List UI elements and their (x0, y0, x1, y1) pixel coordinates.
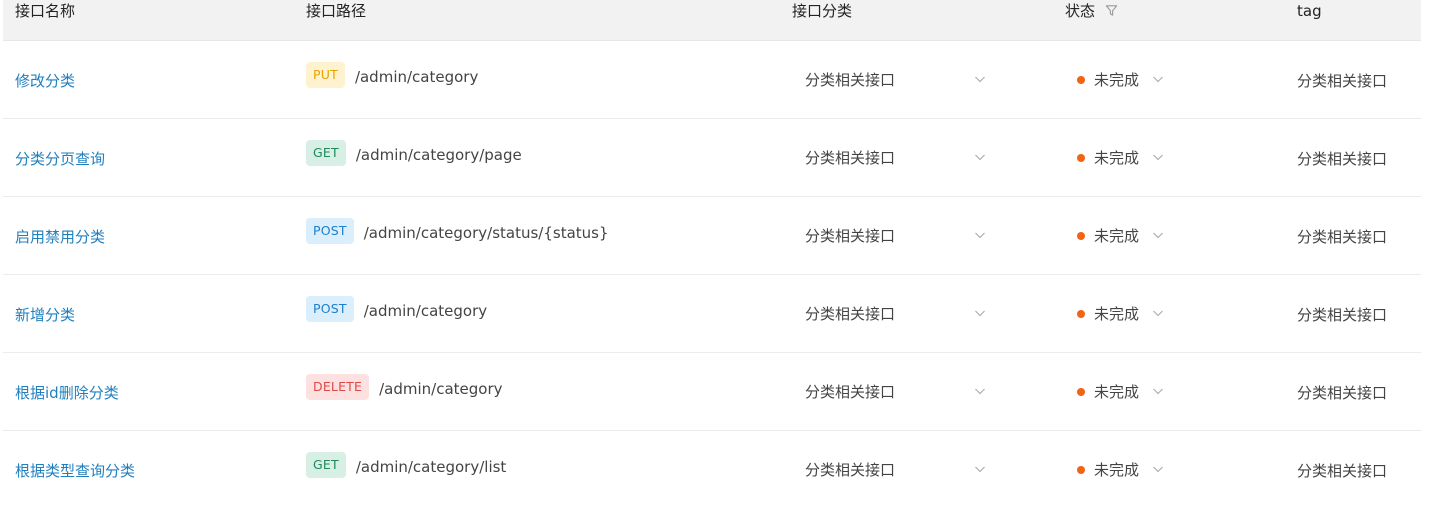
status-value: 未完成 (1094, 383, 1140, 401)
http-method-badge: GET (306, 452, 346, 478)
status-value: 未完成 (1094, 305, 1140, 323)
category-select[interactable]: 分类相关接口 (792, 221, 988, 251)
table-row: 根据类型查询分类 GET /admin/category/list 分类相关接口… (3, 431, 1421, 508)
status-dot (1077, 154, 1085, 162)
category-select[interactable]: 分类相关接口 (792, 65, 988, 95)
table-header: 接口名称 接口路径 接口分类 状态 tag (3, 0, 1421, 41)
category-value: 分类相关接口 (805, 305, 896, 323)
status-value: 未完成 (1094, 71, 1140, 89)
chevron-down-icon (1153, 76, 1163, 83)
tag-text: 分类相关接口 (1297, 384, 1388, 402)
chevron-down-icon (1153, 232, 1163, 239)
interface-name-link[interactable]: 新增分类 (15, 304, 75, 325)
column-header-category[interactable]: 接口分类 (792, 0, 852, 22)
table-row: 分类分页查询 GET /admin/category/page 分类相关接口 未… (3, 119, 1421, 197)
column-header-name[interactable]: 接口名称 (15, 0, 75, 22)
path-text: /admin/category/status/{status} (363, 224, 609, 242)
interface-name-link[interactable]: 修改分类 (15, 70, 75, 91)
filter-icon[interactable] (1105, 4, 1118, 17)
category-value: 分类相关接口 (805, 71, 896, 89)
status-select[interactable]: 未完成 (1073, 455, 1173, 485)
category-select[interactable]: 分类相关接口 (792, 377, 988, 407)
interface-path: PUT /admin/category (306, 62, 478, 88)
tag-text: 分类相关接口 (1297, 72, 1388, 90)
path-text: /admin/category (379, 380, 503, 398)
category-select[interactable]: 分类相关接口 (792, 455, 988, 485)
path-text: /admin/category (354, 68, 479, 86)
status-dot (1077, 388, 1085, 396)
interface-path: GET /admin/category/list (306, 452, 506, 478)
status-select[interactable]: 未完成 (1073, 65, 1173, 95)
table-row: 根据id删除分类 DELETE /admin/category 分类相关接口 未… (3, 353, 1421, 431)
tag-text: 分类相关接口 (1297, 462, 1388, 480)
interface-path: POST /admin/category/status/{status} (306, 218, 609, 244)
status-select[interactable]: 未完成 (1073, 299, 1173, 329)
path-text: /admin/category/page (355, 146, 522, 164)
chevron-down-icon (1153, 388, 1163, 395)
column-header-status: 状态 (1065, 0, 1118, 22)
category-value: 分类相关接口 (805, 149, 896, 167)
chevron-down-icon (1153, 466, 1163, 473)
http-method-badge: DELETE (306, 374, 370, 400)
table-row: 修改分类 PUT /admin/category 分类相关接口 未完成 分类相关… (3, 41, 1421, 119)
tag-text: 分类相关接口 (1297, 228, 1388, 246)
status-dot (1077, 466, 1085, 474)
category-value: 分类相关接口 (805, 383, 896, 401)
chevron-down-icon (975, 466, 985, 473)
path-text: /admin/category/list (355, 458, 507, 476)
table-row: 新增分类 POST /admin/category 分类相关接口 未完成 分类相… (3, 275, 1421, 353)
category-select[interactable]: 分类相关接口 (792, 299, 988, 329)
status-value: 未完成 (1094, 461, 1140, 479)
http-method-badge: PUT (306, 62, 345, 88)
chevron-down-icon (975, 232, 985, 239)
http-method-badge: POST (306, 296, 354, 322)
chevron-down-icon (975, 76, 985, 83)
path-text: /admin/category (363, 302, 488, 320)
chevron-down-icon (975, 388, 985, 395)
category-value: 分类相关接口 (805, 227, 896, 245)
status-dot (1077, 76, 1085, 84)
status-select[interactable]: 未完成 (1073, 143, 1173, 173)
http-method-badge: GET (306, 140, 346, 166)
category-value: 分类相关接口 (805, 461, 896, 479)
status-select[interactable]: 未完成 (1073, 377, 1173, 407)
chevron-down-icon (975, 310, 985, 317)
status-value: 未完成 (1094, 227, 1140, 245)
interface-name-link[interactable]: 启用禁用分类 (15, 226, 105, 247)
interface-path: GET /admin/category/page (306, 140, 522, 166)
interface-name-link[interactable]: 根据类型查询分类 (15, 460, 135, 481)
tag-text: 分类相关接口 (1297, 306, 1388, 324)
tag-text: 分类相关接口 (1297, 150, 1388, 168)
column-header-path[interactable]: 接口路径 (306, 0, 366, 22)
interface-name-link[interactable]: 根据id删除分类 (15, 382, 119, 403)
status-value: 未完成 (1094, 149, 1140, 167)
status-dot (1077, 310, 1085, 318)
http-method-badge: POST (306, 218, 354, 244)
chevron-down-icon (975, 154, 985, 161)
column-header-status-label: 状态 (1065, 2, 1096, 20)
table-row: 启用禁用分类 POST /admin/category/status/{stat… (3, 197, 1421, 275)
chevron-down-icon (1153, 310, 1163, 317)
interface-table: 接口名称 接口路径 接口分类 状态 tag 修改分类 PUT /admin/ca… (3, 0, 1421, 508)
interface-path: POST /admin/category (306, 296, 487, 322)
status-select[interactable]: 未完成 (1073, 221, 1173, 251)
interface-name-link[interactable]: 分类分页查询 (15, 148, 105, 169)
column-header-tag[interactable]: tag (1297, 0, 1322, 22)
interface-path: DELETE /admin/category (306, 374, 503, 400)
category-select[interactable]: 分类相关接口 (792, 143, 988, 173)
chevron-down-icon (1153, 154, 1163, 161)
status-dot (1077, 232, 1085, 240)
